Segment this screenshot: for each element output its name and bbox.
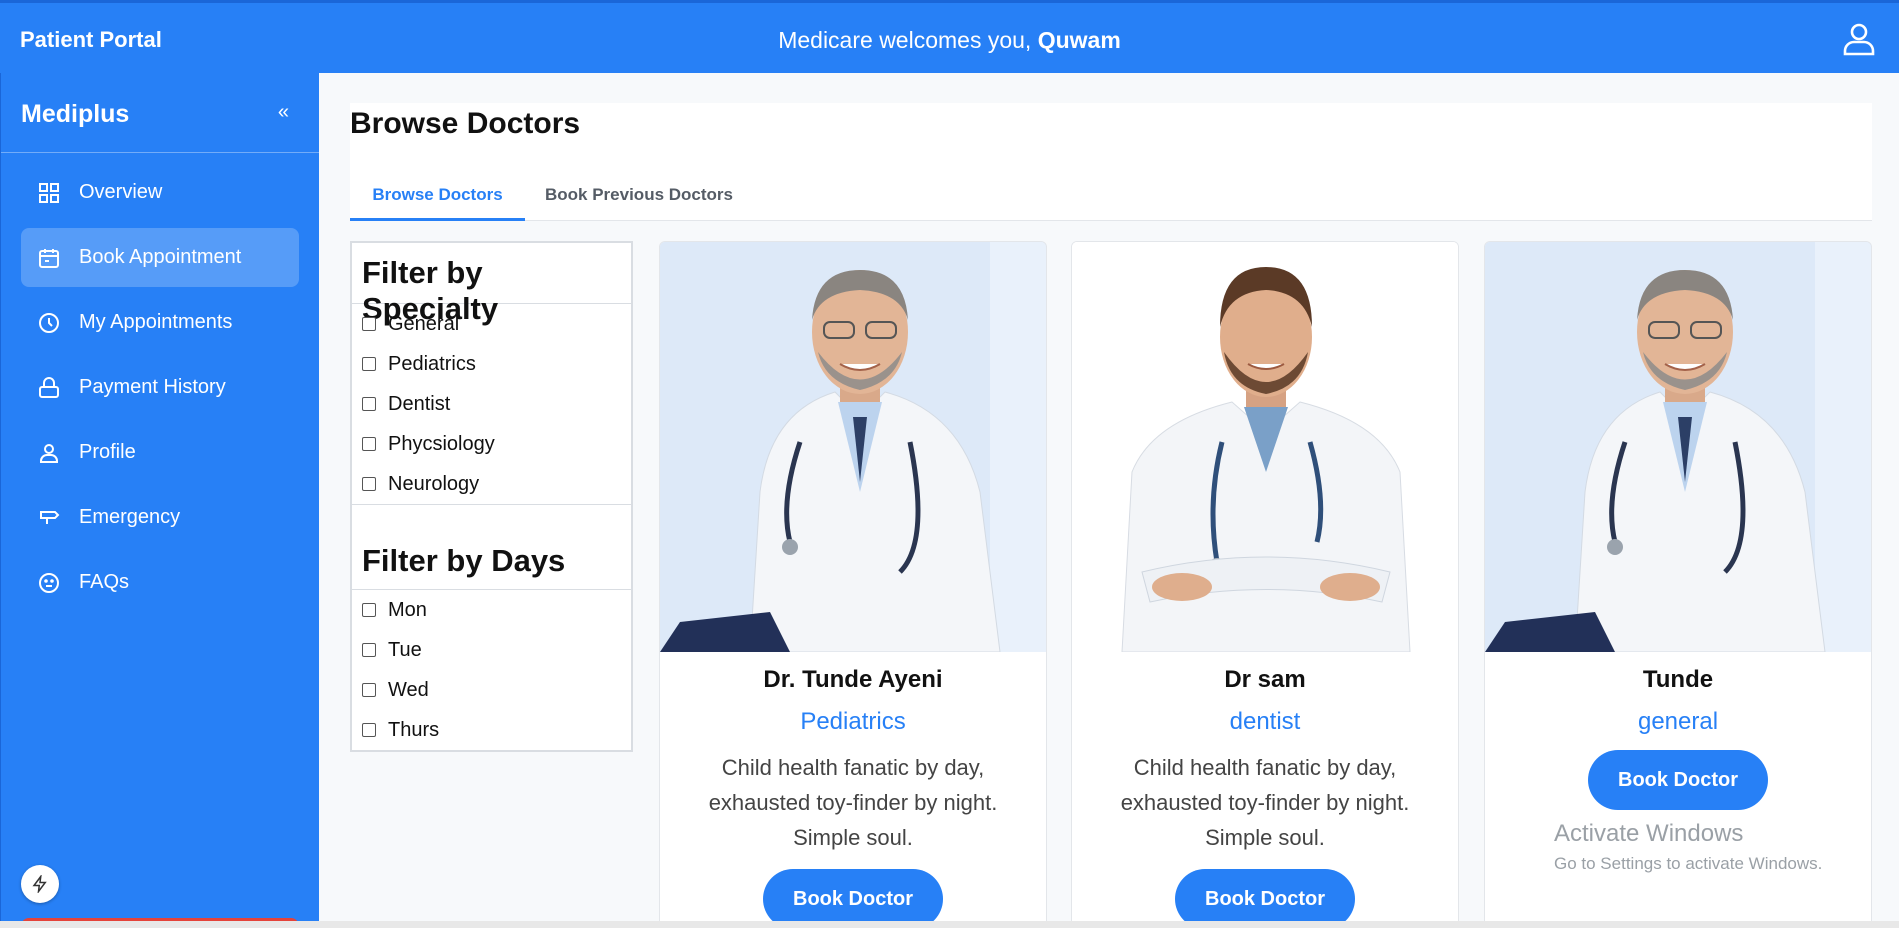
sidebar-item-my-appointments[interactable]: My Appointments [21,293,299,352]
signpost-icon [40,510,60,524]
smiley-icon [39,572,59,593]
day-option[interactable]: Tue [352,630,631,670]
doctor-specialty: dentist [1229,708,1301,735]
book-doctor-button[interactable]: Book Doctor [1175,869,1355,927]
user-icon [40,443,58,463]
option-label: Wed [388,678,429,701]
welcome-prefix: Medicare welcomes you, [778,27,1038,53]
horizontal-scrollbar[interactable] [0,921,1899,928]
book-doctor-button[interactable]: Book Doctor [1588,750,1768,810]
checkbox[interactable] [362,643,376,657]
doctor-photo [1485,242,1871,652]
doctor-bio: Child health fanatic by day, exhausted t… [1120,755,1410,850]
sidebar-item-label: Emergency [79,506,181,528]
activate-windows-watermark: Activate Windows Go to Settings to activ… [1554,820,1822,874]
doctor-illustration [660,242,1046,652]
day-option[interactable]: Thurs [352,710,631,750]
watermark-subtitle: Go to Settings to activate Windows. [1554,854,1823,873]
day-option[interactable]: Wed [352,670,631,710]
sidebar-item-label: Payment History [79,376,226,398]
sidebar-item-book-appointment[interactable]: Book Appointment [21,228,299,287]
doctor-name: Tunde [1642,666,1714,693]
welcome-message: Medicare welcomes you, Quwam [0,27,1899,54]
filter-panel: Filter by Specialty General Pediatrics D… [350,241,633,752]
specialty-option[interactable]: Pediatrics [352,344,631,384]
option-label: General [388,312,460,335]
sidebar-item-label: Book Appointment [79,246,242,268]
doctor-illustration [1072,242,1458,652]
option-label: Pediatrics [388,352,476,375]
user-account-icon[interactable] [1841,21,1877,57]
username: Quwam [1037,27,1121,53]
checkbox[interactable] [362,683,376,697]
sidebar-item-label: Overview [79,181,163,203]
grid-icon [39,182,59,203]
sidebar-item-faqs[interactable]: FAQs [21,553,299,612]
option-label: Phycsiology [388,432,495,455]
checkbox[interactable] [362,477,376,491]
doctor-card: Dr. Tunde Ayeni Pediatrics Child health … [659,241,1047,928]
watermark-title: Activate Windows [1554,820,1744,847]
calendar-icon [39,248,59,268]
tab-browse-doctors[interactable]: Browse Doctors [350,172,525,221]
app-logo: Mediplus [21,100,130,128]
specialty-option[interactable]: Dentist [352,384,631,424]
sidebar-item-overview[interactable]: Overview [21,163,299,222]
tab-book-previous-doctors[interactable]: Book Previous Doctors [545,172,733,221]
day-options: Mon Tue Wed Thurs [352,590,631,750]
day-option[interactable]: Mon [352,590,631,630]
checkbox[interactable] [362,397,376,411]
clock-icon [39,312,59,333]
lock-icon [39,376,59,398]
doctor-photo [1072,242,1458,652]
quick-action-button[interactable] [21,865,59,903]
doctor-name: Dr sam [1224,666,1306,693]
option-label: Thurs [388,718,440,741]
checkbox[interactable] [362,317,376,331]
tab-bar: Browse Doctors Book Previous Doctors [350,172,1872,221]
lightning-icon [32,875,47,893]
collapse-sidebar-button[interactable]: « [278,101,289,124]
sidebar-item-payment-history[interactable]: Payment History [21,358,299,417]
doctor-photo [660,242,1046,652]
sidebar-item-label: My Appointments [79,311,233,333]
book-doctor-button[interactable]: Book Doctor [763,869,943,927]
option-label: Tue [388,638,422,661]
sidebar-item-label: Profile [79,441,136,463]
top-bar: Patient Portal Medicare welcomes you, Qu… [0,0,1899,73]
checkbox[interactable] [362,357,376,371]
sidebar-item-profile[interactable]: Profile [21,423,299,482]
sidebar-header: Mediplus « [1,73,319,153]
option-label: Neurology [388,472,480,495]
specialty-option[interactable]: Neurology [352,464,631,504]
doctor-illustration [1485,242,1871,652]
option-label: Dentist [388,392,451,415]
specialty-option[interactable]: Phycsiology [352,424,631,464]
specialty-filter-title: Filter by Specialty [352,243,631,326]
checkbox[interactable] [362,603,376,617]
checkbox[interactable] [362,437,376,451]
sidebar: Mediplus « Overview Book Appointment My … [0,73,319,928]
option-label: Mon [388,598,427,621]
doctor-specialty: Pediatrics [800,708,906,735]
page-title: Browse Doctors [350,107,581,140]
doctor-bio: Child health fanatic by day, exhausted t… [708,755,998,850]
checkbox[interactable] [362,723,376,737]
doctor-name: Dr. Tunde Ayeni [763,666,943,693]
doctor-specialty: general [1637,708,1719,735]
doctor-card: Dr sam dentist Child health fanatic by d… [1071,241,1459,928]
days-filter-title: Filter by Days [352,504,631,590]
specialty-options: General Pediatrics Dentist Phycsiology N… [352,304,631,504]
sidebar-item-emergency[interactable]: Emergency [21,488,299,547]
sidebar-nav: Overview Book Appointment My Appointment… [1,163,319,612]
sidebar-item-label: FAQs [79,571,130,593]
